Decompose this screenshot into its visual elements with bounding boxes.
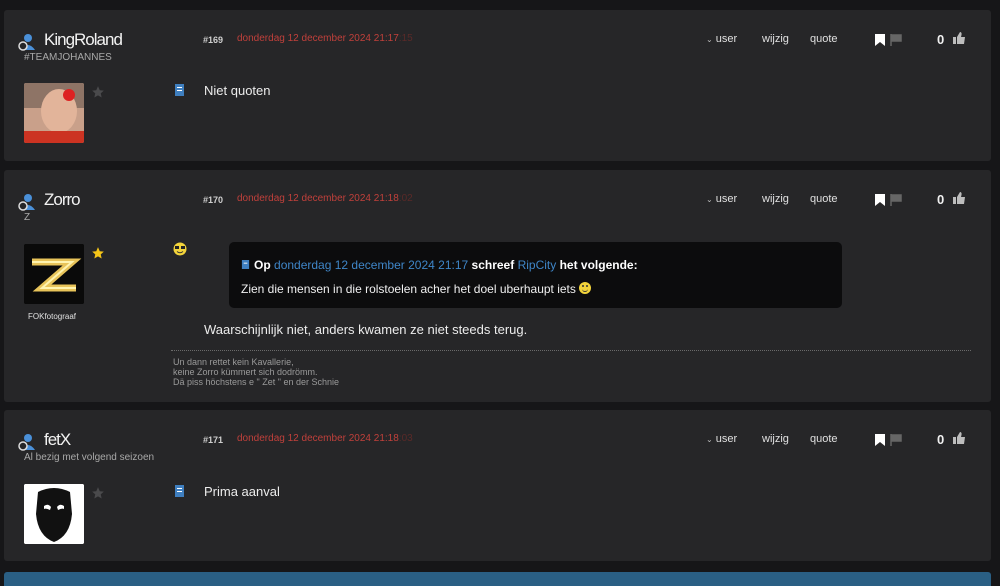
flag-icon[interactable] [890, 434, 902, 446]
username[interactable]: fetX [44, 430, 71, 450]
post-date[interactable]: donderdag 12 december 2024 21:18:03 [237, 433, 413, 444]
bookmark-icon[interactable] [875, 434, 885, 446]
post-number[interactable]: #170 [203, 195, 223, 205]
post-message: Waarschijnlijk niet, anders kwamen ze ni… [204, 322, 528, 337]
user-title: Al bezig met volgend seizoen [24, 452, 155, 463]
post-number[interactable]: #171 [203, 435, 223, 445]
post-message: Niet quoten [204, 83, 271, 98]
quote-text: Zien die mensen in die rolstoelen acher … [241, 282, 591, 296]
signature: Un dann rettet kein Kavallerie, keine Zo… [173, 357, 339, 387]
user-badge: FOKfotograaf [28, 312, 77, 321]
user-title: #TEAMJOHANNES [24, 52, 112, 63]
vote-score: 0 [937, 32, 945, 47]
flag-icon[interactable] [890, 194, 902, 206]
post-date[interactable]: donderdag 12 december 2024 21:17:15 [237, 33, 413, 44]
vote-score: 0 [937, 432, 945, 447]
post-170: Zorro Z FOKfotograaf #170 donderdag 12 d… [4, 170, 991, 402]
signature-divider [171, 350, 971, 351]
thumbs-up-icon[interactable] [952, 191, 966, 205]
user-menu-button[interactable]: ⌄ user [706, 33, 737, 45]
chevron-down-icon: ⌄ [706, 435, 713, 444]
quote-button[interactable]: quote [810, 193, 838, 205]
user-status-icon [18, 194, 35, 211]
quote-button[interactable]: quote [810, 33, 838, 45]
quote-author-link[interactable]: RipCity [518, 258, 557, 272]
vote-score: 0 [937, 192, 945, 207]
user-menu-button[interactable]: ⌄ user [706, 433, 737, 445]
post-message: Prima aanval [204, 484, 280, 499]
smiley-icon [578, 282, 591, 294]
user-status-icon [18, 434, 35, 451]
thumbs-up-icon[interactable] [952, 431, 966, 445]
sunglasses-smiley-icon [173, 242, 187, 256]
quote-date-link[interactable]: donderdag 12 december 2024 21:17 [274, 258, 468, 272]
bookmark-icon[interactable] [875, 194, 885, 206]
quote-header: Op donderdag 12 december 2024 21:17 schr… [241, 258, 638, 272]
message-icon [175, 485, 184, 497]
star-icon [92, 86, 104, 98]
user-title: Z [24, 212, 31, 223]
avatar[interactable] [24, 484, 84, 544]
post-171: fetX Al bezig met volgend seizoen #171 d… [4, 410, 991, 561]
chevron-down-icon: ⌄ [706, 35, 713, 44]
star-icon [92, 487, 104, 499]
quote-box: Op donderdag 12 december 2024 21:17 schr… [229, 242, 842, 308]
post-number[interactable]: #169 [203, 35, 223, 45]
edit-button[interactable]: wijzig [762, 193, 789, 205]
message-icon [175, 84, 184, 96]
quote-button[interactable]: quote [810, 433, 838, 445]
flag-icon[interactable] [890, 34, 902, 46]
avatar[interactable] [24, 83, 84, 143]
thumbs-up-icon[interactable] [952, 31, 966, 45]
user-status-icon [18, 34, 35, 51]
star-icon [92, 247, 104, 259]
avatar[interactable] [24, 244, 84, 304]
username[interactable]: KingRoland [44, 30, 123, 50]
username[interactable]: Zorro [44, 190, 81, 210]
post-169: KingRoland #TEAMJOHANNES #169 donderdag … [4, 10, 991, 161]
bookmark-icon[interactable] [875, 34, 885, 46]
quote-icon [241, 260, 250, 269]
next-post-header [4, 572, 991, 586]
post-date[interactable]: donderdag 12 december 2024 21:18:02 [237, 193, 413, 204]
edit-button[interactable]: wijzig [762, 433, 789, 445]
user-menu-button[interactable]: ⌄ user [706, 193, 737, 205]
chevron-down-icon: ⌄ [706, 195, 713, 204]
edit-button[interactable]: wijzig [762, 33, 789, 45]
